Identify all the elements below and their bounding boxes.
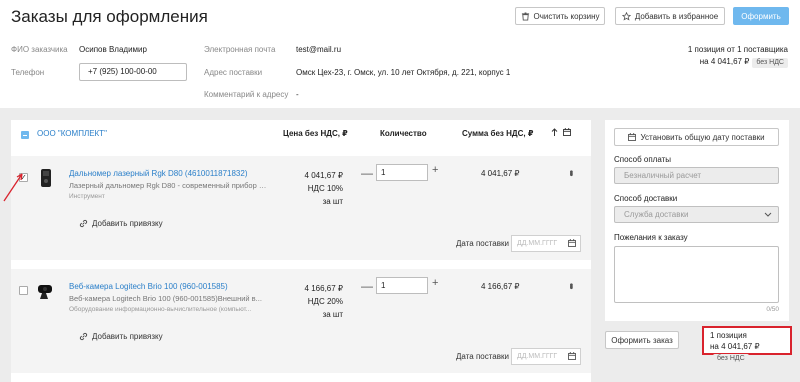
more-options-icon[interactable]: ••• (565, 283, 576, 288)
total-positions: 1 позиция (710, 331, 747, 340)
item-sum: 4 166,67 ₽ (481, 282, 520, 291)
item-category: Оборудование информационно-вычислительно… (69, 306, 252, 313)
star-icon (621, 11, 631, 21)
add-to-favorites-label: Добавить в избранное (634, 11, 719, 21)
item-price: 4 166,67 ₽ НДС 20% за шт (281, 282, 343, 321)
supplier-header: ООО "КОМПЛЕКТ" Цена без НДС, ₽ Количеств… (11, 120, 591, 148)
char-counter: 0/50 (766, 306, 779, 313)
collapse-supplier-icon[interactable] (21, 131, 29, 139)
vat-badge: без НДС (752, 58, 788, 68)
chevron-down-icon (764, 212, 772, 217)
delivery-date-placeholder: ДД.ММ.ГГГГ (517, 240, 558, 247)
order-settings-panel: Установить общую дату поставки Способ оп… (605, 120, 789, 321)
qty-decrease-button[interactable]: — (361, 279, 373, 293)
delivery-date-placeholder: ДД.ММ.ГГГГ (517, 353, 558, 360)
address-value: Омск Цех-23, г. Омск, ул. 10 лет Октября… (296, 68, 511, 77)
rangefinder-image-icon (41, 169, 51, 187)
col-qty-header: Количество (380, 129, 427, 138)
phone-label: Телефон (11, 68, 45, 77)
cart-item-row: Веб-камера Logitech Brio 100 (960-001585… (11, 269, 591, 373)
item-description: Лазерный дальномер Rgk D80 - современный… (69, 181, 269, 190)
item-description: Веб-камера Logitech Brio 100 (960-001585… (69, 294, 262, 303)
sort-arrow-up-icon[interactable] (551, 128, 558, 137)
address-label: Адрес поставки (204, 68, 263, 77)
vat-badge: без НДС (713, 354, 749, 364)
order-wishes-label: Пожелания к заказу (614, 233, 688, 242)
place-order-button[interactable]: Оформить заказ (605, 331, 679, 349)
set-common-date-label: Установить общую дату поставки (640, 132, 765, 142)
total-amount: на 4 041,67 ₽ (710, 342, 760, 351)
customer-name-label: ФИО заказчика (11, 45, 68, 54)
item-vat: НДС 10% (307, 184, 343, 193)
item-unit: за шт (322, 310, 343, 319)
item-vat: НДС 20% (307, 297, 343, 306)
checkout-button[interactable]: Оформить (733, 7, 789, 25)
set-common-date-button[interactable]: Установить общую дату поставки (614, 128, 779, 146)
delivery-date-label: Дата поставки (456, 239, 509, 248)
address-comment-value: - (296, 90, 299, 99)
delivery-date-input[interactable]: ДД.ММ.ГГГГ (511, 235, 581, 252)
qty-input[interactable]: 1 (376, 277, 428, 294)
clear-cart-button[interactable]: Очистить корзину (515, 7, 605, 25)
add-binding-label: Добавить привязку (92, 219, 163, 228)
item-sum: 4 041,67 ₽ (481, 169, 520, 178)
order-total-summary: 1 позиция на 4 041,67 ₽ без НДС (702, 326, 792, 364)
qty-input[interactable]: 1 (376, 164, 428, 181)
trash-icon (521, 11, 529, 21)
page-title: Заказы для оформления (11, 7, 208, 26)
item-category: Инструмент (69, 193, 105, 200)
customer-name-value: Осипов Владимир (79, 45, 147, 54)
col-price-header: Цена без НДС, ₽ (283, 129, 348, 138)
email-label: Электронная почта (204, 45, 276, 54)
item-name-link[interactable]: Дальномер лазерный Rgk D80 (461001187183… (69, 169, 247, 178)
supplier-name[interactable]: ООО "КОМПЛЕКТ" (37, 129, 107, 138)
cart-item-row: ✓ Дальномер лазерный Rgk D80 (4610011871… (11, 156, 591, 260)
order-panel: ООО "КОМПЛЕКТ" Цена без НДС, ₽ Количеств… (11, 120, 591, 382)
delivery-method-value: Служба доставки (624, 210, 689, 219)
item-price-value: 4 166,67 ₽ (304, 284, 343, 293)
delivery-method-select[interactable]: Служба доставки (614, 206, 779, 223)
annotation-arrow-icon (3, 173, 23, 202)
delivery-date-label: Дата поставки (456, 352, 509, 361)
payment-method-select[interactable]: Безналичный расчет (614, 167, 779, 184)
add-binding-link[interactable]: Добавить привязку (79, 332, 163, 341)
address-comment-label: Комментарий к адресу (204, 90, 289, 99)
calendar-icon[interactable] (568, 352, 576, 360)
summary-positions: 1 позиция от 1 поставщика (687, 45, 788, 54)
item-price-value: 4 041,67 ₽ (304, 171, 343, 180)
add-binding-link[interactable]: Добавить привязку (79, 219, 163, 228)
link-icon (79, 219, 88, 228)
item-price: 4 041,67 ₽ НДС 10% за шт (281, 169, 343, 208)
item-name-link[interactable]: Веб-камера Logitech Brio 100 (960-001585… (69, 282, 228, 291)
email-value: test@mail.ru (296, 45, 342, 54)
col-sum-header: Сумма без НДС, ₽ (462, 129, 534, 138)
qty-increase-button[interactable]: + (432, 164, 438, 176)
delivery-method-label: Способ доставки (614, 194, 678, 203)
item-checkbox[interactable] (19, 286, 28, 295)
qty-increase-button[interactable]: + (432, 277, 438, 289)
order-summary-top: 1 позиция от 1 поставщика на 4 041,67 ₽ б… (688, 44, 788, 68)
item-unit: за шт (322, 197, 343, 206)
calendar-icon (628, 133, 637, 141)
summary-amount: на 4 041,67 ₽ (699, 57, 750, 66)
link-icon (79, 332, 88, 341)
phone-input[interactable]: +7 (925) 100-00-00 (79, 63, 187, 81)
payment-method-label: Способ оплаты (614, 155, 672, 164)
qty-decrease-button[interactable]: — (361, 166, 373, 180)
delivery-date-input[interactable]: ДД.ММ.ГГГГ (511, 348, 581, 365)
webcam-image-icon (38, 285, 52, 299)
add-to-favorites-button[interactable]: Добавить в избранное (615, 7, 725, 25)
clear-cart-label: Очистить корзину (533, 11, 600, 21)
add-binding-label: Добавить привязку (92, 332, 163, 341)
more-options-icon[interactable]: ••• (565, 170, 576, 175)
calendar-sort-icon[interactable] (563, 128, 571, 136)
order-wishes-textarea[interactable] (614, 246, 779, 303)
calendar-icon[interactable] (568, 239, 576, 247)
